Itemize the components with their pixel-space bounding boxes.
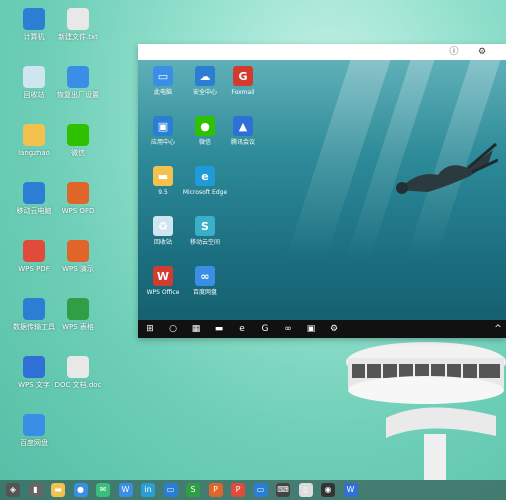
remote-icon-this-pc[interactable]: ▭ 此电脑 [140, 66, 186, 97]
wps-ppt-icon[interactable]: P [208, 483, 223, 497]
windows-start-icon[interactable]: ⊞ [144, 323, 156, 335]
launcher-icon[interactable]: ◈ [6, 483, 20, 497]
desktop-icon-wps-sheet[interactable]: WPS 表格 [48, 298, 108, 332]
info-icon[interactable]: ⓘ [448, 46, 460, 58]
folder-icon[interactable]: ▬ [51, 483, 65, 497]
desktop-icon-label: WPS 表格 [62, 323, 94, 331]
edge-icon: e [195, 166, 215, 186]
wechat-icon: ● [195, 116, 215, 136]
file-explorer-icon[interactable]: ▬ [213, 323, 225, 335]
wps-pdf-icon[interactable]: P [231, 483, 245, 497]
desktop-icon-label: WPS OFD [61, 207, 95, 215]
wechat-icon [67, 124, 89, 146]
remote-icon-tencent-meeting[interactable]: ▲ 腾讯会议 [220, 116, 266, 147]
remote-icon-cloud-space[interactable]: S 移动云空间 [182, 216, 228, 247]
search-icon[interactable]: ○ [167, 323, 179, 335]
desktop-icon-label: 恢复出厂设置 [57, 91, 99, 99]
remote-desktop-icon[interactable]: ▭ [253, 483, 268, 497]
shield-icon: ☁ [195, 66, 215, 86]
netdisk-icon: ∞ [195, 266, 215, 286]
remote-icon-label: 百度网盘 [192, 289, 217, 296]
desktop-icon-wps-ppt[interactable]: WPS 演示 [48, 240, 108, 274]
this-pc-icon: ▭ [153, 66, 173, 86]
desktop-icon-doc-file[interactable]: DOC 文档.doc [48, 356, 108, 390]
desktop-icon-label: 新建文件.txt [58, 33, 98, 41]
wps-sheet-icon [67, 298, 89, 320]
folder-icon: ▬ [153, 166, 173, 186]
computer-icon [23, 8, 45, 30]
remote-icon-app-center[interactable]: ▣ 应用中心 [140, 116, 186, 147]
cloud-pc-icon [23, 182, 45, 204]
remote-desktop-window[interactable]: ⓘ ⚙ ▭ 此电脑 ☁ 安全中心 G Foxmail ▣ 应用中心 ● 微信 ▲ 腾讯会议 ▬ 9.5 e M… [138, 44, 506, 338]
remote-icon-label: 腾讯会议 [230, 139, 255, 146]
wps-doc-icon[interactable]: W [343, 483, 358, 497]
remote-icon-netdisk[interactable]: ∞ 百度网盘 [182, 266, 228, 297]
wps-doc-icon [23, 356, 45, 378]
browser-icon[interactable]: ● [73, 483, 88, 497]
wallpaper-tower-image [346, 342, 506, 480]
remote-taskbar: ⊞ ○ ▦ ▬ e G ∞ ▣ ⚙ ^ [138, 320, 506, 338]
browser-icon [67, 66, 89, 88]
remote-icon-label: 回收站 [153, 239, 172, 246]
netdisk-icon [23, 414, 45, 436]
wps-ofd-icon [67, 182, 89, 204]
desktop-icon-browser[interactable]: 恢复出厂设置 [48, 66, 108, 100]
desktop-icon-netdisk[interactable]: 百度网盘 [4, 414, 64, 448]
mail-icon[interactable]: ✉ [96, 483, 110, 497]
wps-icon[interactable]: W [118, 483, 133, 497]
remote-icon-label: Foxmail [231, 89, 255, 96]
edge-icon[interactable]: e [236, 323, 248, 335]
desktop-icon-label: 百度网盘 [20, 439, 48, 447]
desktop-icon-label: DOC 文档.doc [54, 381, 102, 389]
folder-icon [23, 124, 45, 146]
wps-ppt-icon [67, 240, 89, 262]
desktop-icon-wechat[interactable]: 微信 [48, 124, 108, 158]
text-file-icon [67, 8, 89, 30]
tencent-meeting-icon: ▲ [233, 116, 253, 136]
desktop-icon-label: 微信 [71, 149, 85, 157]
netdisk-icon[interactable]: ∞ [282, 323, 294, 335]
desktop-icon-text-file[interactable]: 新建文件.txt [48, 8, 108, 42]
bottom-dock: ◈ ▮ ▬ ● ✉ Win ▭ S P P ▭ ⌨ ▯ ◉ W [0, 480, 506, 500]
remote-icon-label: 9.5 [158, 189, 168, 196]
remote-icon-label: 应用中心 [150, 139, 175, 146]
desktop-icon-label: WPS 演示 [62, 265, 94, 273]
remote-icon-edge[interactable]: e Microsoft Edge [182, 166, 228, 197]
diver-image [396, 142, 498, 194]
remote-icon-wps-office[interactable]: W WPS Office [140, 266, 186, 297]
transfer-icon [23, 298, 45, 320]
remote-icon-label: WPS Office [146, 289, 180, 296]
app-center-icon: ▣ [153, 116, 173, 136]
cloud-pc-icon[interactable]: ▭ [163, 483, 178, 497]
settings-icon[interactable]: ⚙ [476, 46, 488, 58]
window-titlebar: ⓘ ⚙ [138, 44, 506, 60]
remote-desktop-screen[interactable]: ▭ 此电脑 ☁ 安全中心 G Foxmail ▣ 应用中心 ● 微信 ▲ 腾讯会议 ▬ 9.5 e Micro… [138, 60, 506, 338]
keyboard-icon[interactable]: ⌨ [276, 483, 290, 497]
remote-icon-folder[interactable]: ▬ 9.5 [140, 166, 186, 197]
camera-icon[interactable]: ◉ [321, 483, 335, 497]
wps-office-icon: W [153, 266, 173, 286]
wps-sheet-icon[interactable]: S [186, 483, 200, 497]
doc-file-icon [67, 356, 89, 378]
wps-pdf-icon [23, 240, 45, 262]
task-view-icon[interactable]: ▦ [190, 323, 202, 335]
desktop-icon-wps-ofd[interactable]: WPS OFD [48, 182, 108, 216]
file-icon[interactable]: ▯ [298, 483, 313, 497]
settings-icon[interactable]: ⚙ [328, 323, 340, 335]
pinyin-icon[interactable]: in [141, 483, 155, 497]
foxmail-icon[interactable]: G [259, 323, 271, 335]
foxmail-icon: G [233, 66, 253, 86]
cloud-space-icon: S [195, 216, 215, 236]
remote-icon-foxmail[interactable]: G Foxmail [220, 66, 266, 97]
remote-icon-label: 此电脑 [153, 89, 172, 96]
panel-icon[interactable]: ▮ [28, 483, 43, 497]
remote-icon-label: 移动云空间 [189, 239, 220, 246]
tray-chevron-icon[interactable]: ^ [492, 323, 504, 335]
recycle-bin-icon [23, 66, 45, 88]
recycle-bin-icon: ♻ [153, 216, 173, 236]
remote-icon-recycle-bin[interactable]: ♻ 回收站 [140, 216, 186, 247]
store-icon[interactable]: ▣ [305, 323, 317, 335]
remote-icon-label: Microsoft Edge [182, 189, 228, 196]
